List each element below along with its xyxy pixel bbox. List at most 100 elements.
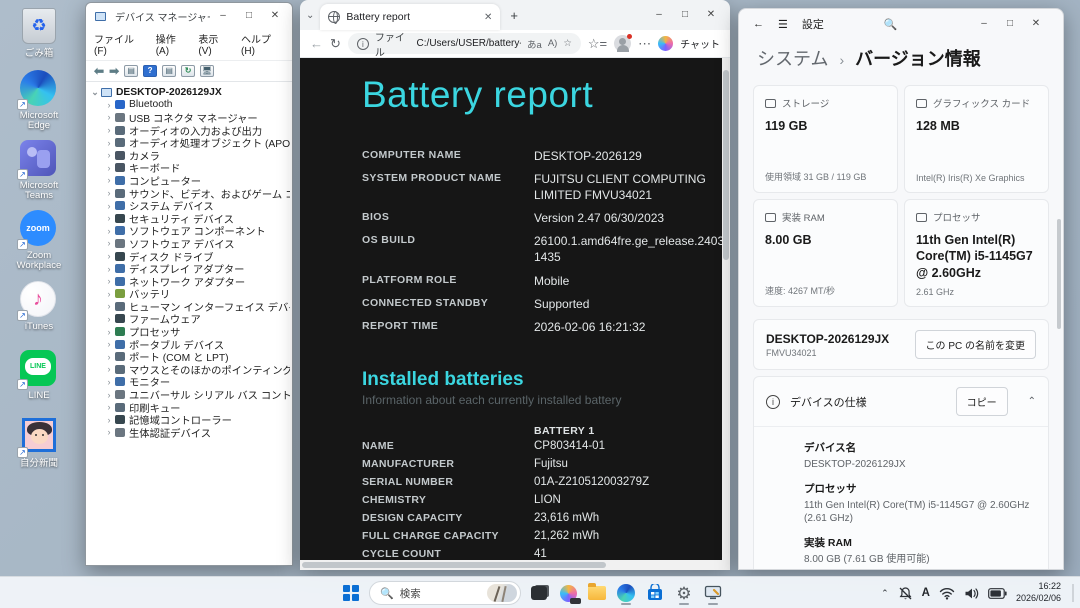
settings-scrollbar[interactable] (1057, 219, 1061, 329)
close-button[interactable]: ✕ (1023, 19, 1049, 29)
expand-chevron-icon[interactable]: › (104, 213, 114, 223)
menu-item[interactable]: ファイル(F) (94, 31, 146, 57)
maximize-button[interactable]: □ (672, 10, 698, 20)
desktop-icon-avatar-app[interactable]: ↗ 自分新聞 (8, 418, 70, 469)
device-tree-item[interactable]: › システム デバイス (90, 199, 290, 212)
expand-chevron-icon[interactable]: › (104, 289, 114, 299)
expand-chevron-icon[interactable]: › (104, 112, 114, 122)
close-button[interactable]: ✕ (262, 11, 288, 21)
collapse-chevron-icon[interactable]: ⌃ (1028, 396, 1036, 407)
device-spec-header[interactable]: i デバイスの仕様 コピー ⌃ (754, 377, 1048, 427)
notifications-off-icon[interactable] (898, 586, 913, 601)
device-tree-item[interactable]: › バッテリ (90, 288, 290, 300)
vertical-scrollbar[interactable] (722, 58, 730, 570)
console-window-icon[interactable]: ▤ (124, 65, 139, 77)
expand-chevron-icon[interactable]: › (104, 251, 114, 261)
expand-chevron-icon[interactable]: › (104, 301, 114, 311)
maximize-button[interactable]: □ (236, 11, 262, 21)
read-aloud-icon[interactable]: A) (548, 38, 558, 49)
help-icon[interactable]: ? (143, 65, 158, 77)
menu-item[interactable]: 表示(V) (198, 31, 231, 57)
device-tree-item[interactable]: › ユニバーサル シリアル バス コントローラー (90, 388, 291, 401)
device-tree-item[interactable]: › サウンド、ビデオ、およびゲーム コントローラー (90, 187, 291, 199)
microsoft-store-button[interactable] (644, 581, 666, 605)
refresh-icon[interactable]: ↻ (330, 36, 341, 52)
device-tree-item[interactable]: › マウスとそのほかのポインティング デバイス (90, 363, 291, 375)
breadcrumb-parent[interactable]: システム (757, 49, 828, 69)
desktop-icon-teams[interactable]: ↗ Microsoft Teams (8, 140, 70, 202)
show-desktop-button[interactable] (1072, 584, 1074, 602)
device-tree-item[interactable]: › オーディオ処理オブジェクト (APO) (90, 136, 291, 149)
horizontal-scrollbar[interactable] (300, 560, 722, 570)
taskbar-search-box[interactable]: 🔍 検索 (369, 581, 521, 605)
more-menu-icon[interactable]: ⋯ (638, 36, 651, 52)
computer-scan-icon[interactable]: 🖥 (200, 65, 215, 77)
device-tree-root[interactable]: ⌄ DESKTOP-2026129JX (90, 86, 290, 99)
expand-chevron-icon[interactable]: › (104, 352, 114, 362)
expand-chevron-icon[interactable]: › (104, 125, 114, 135)
scan-hardware-icon[interactable]: ↻ (181, 65, 196, 77)
chat-button[interactable]: チャット (680, 36, 720, 51)
nav-menu-icon[interactable]: ☰ (778, 18, 788, 31)
settings-taskbar-button[interactable]: ⚙ (673, 581, 695, 605)
tab-close-icon[interactable]: ✕ (484, 12, 492, 23)
device-tree-item[interactable]: › 記憶域コントローラー (90, 413, 290, 426)
expand-chevron-icon[interactable]: › (104, 276, 114, 286)
device-tree-item[interactable]: › ネットワーク アダプター (90, 275, 290, 287)
device-tree-item[interactable]: › モニター (90, 376, 290, 388)
maximize-button[interactable]: □ (997, 19, 1023, 29)
expand-chevron-icon[interactable]: › (104, 314, 114, 324)
device-tree-item[interactable]: › ポータブル デバイス (90, 338, 290, 350)
scrollbar-thumb[interactable] (723, 70, 729, 260)
address-bar[interactable]: i ファイル C:/Users/USER/battery-r... あa A) … (347, 33, 581, 59)
expand-chevron-icon[interactable]: › (104, 138, 114, 148)
desktop-icon-line[interactable]: LINE ↗ LINE (8, 350, 70, 401)
browser-tab[interactable]: Battery report ✕ (320, 4, 501, 30)
properties-icon[interactable]: ▤ (162, 65, 177, 77)
device-tree-item[interactable]: › キーボード (90, 162, 290, 174)
device-tree-item[interactable]: › ソフトウェア コンポーネント (90, 225, 290, 237)
device-manager-taskbar-button[interactable] (702, 581, 724, 605)
close-button[interactable]: ✕ (698, 10, 724, 20)
copilot-button[interactable] (557, 581, 581, 605)
desktop-icon-itunes[interactable]: ♪ ↗ iTunes (8, 281, 70, 332)
expand-chevron-icon[interactable]: › (104, 150, 114, 160)
device-tree-item[interactable]: › ディスク ドライブ (90, 250, 290, 262)
page-info-icon[interactable]: i (356, 37, 369, 50)
volume-icon[interactable] (964, 587, 979, 600)
copy-button[interactable]: コピー (955, 387, 1008, 416)
wifi-icon[interactable] (939, 587, 955, 600)
expand-chevron-icon[interactable]: › (104, 264, 114, 274)
minimize-button[interactable]: – (210, 11, 236, 21)
expand-chevron-icon[interactable]: › (104, 339, 114, 349)
battery-icon[interactable] (988, 587, 1007, 599)
search-icon[interactable]: 🔍 (884, 18, 898, 31)
tab-search-chevron-icon[interactable]: ⌄ (306, 10, 314, 21)
minimize-button[interactable]: – (971, 19, 997, 29)
file-explorer-button[interactable] (586, 581, 608, 605)
device-tree-item[interactable]: › USB コネクタ マネージャー (90, 111, 290, 123)
device-tree-item[interactable]: › 印刷キュー (90, 401, 290, 413)
new-tab-button[interactable]: + (510, 8, 518, 23)
device-tree-item[interactable]: › ポート (COM と LPT) (90, 350, 290, 363)
task-view-button[interactable] (528, 581, 550, 605)
taskbar-clock[interactable]: 16:22 2026/02/06 (1016, 581, 1061, 604)
expand-chevron-icon[interactable]: › (104, 175, 114, 185)
device-tree-item[interactable]: › プロセッサ (90, 325, 290, 338)
expand-chevron-icon[interactable]: › (104, 238, 114, 248)
device-tree-item[interactable]: › ファームウェア (90, 313, 290, 325)
device-tree-item[interactable]: › ディスプレイ アダプター (90, 262, 290, 275)
expand-chevron-icon[interactable]: › (104, 390, 114, 400)
expand-chevron-icon[interactable]: › (104, 201, 114, 211)
favorite-star-icon[interactable]: ☆ (563, 38, 572, 49)
device-tree-item[interactable]: › ヒューマン インターフェイス デバイス (90, 300, 291, 312)
menu-item[interactable]: 操作(A) (156, 31, 189, 57)
favorites-bar-icon[interactable]: ☆= (588, 36, 607, 52)
search-highlight-image[interactable] (487, 584, 517, 602)
expand-chevron-icon[interactable]: › (104, 100, 114, 110)
menu-item[interactable]: ヘルプ(H) (241, 31, 284, 57)
expand-chevron-icon[interactable]: › (104, 377, 114, 387)
scrollbar-thumb[interactable] (302, 562, 606, 568)
device-tree-item[interactable]: › 生体認証デバイス (90, 426, 290, 438)
hidden-icons-chevron-icon[interactable]: ⌃ (881, 588, 889, 599)
